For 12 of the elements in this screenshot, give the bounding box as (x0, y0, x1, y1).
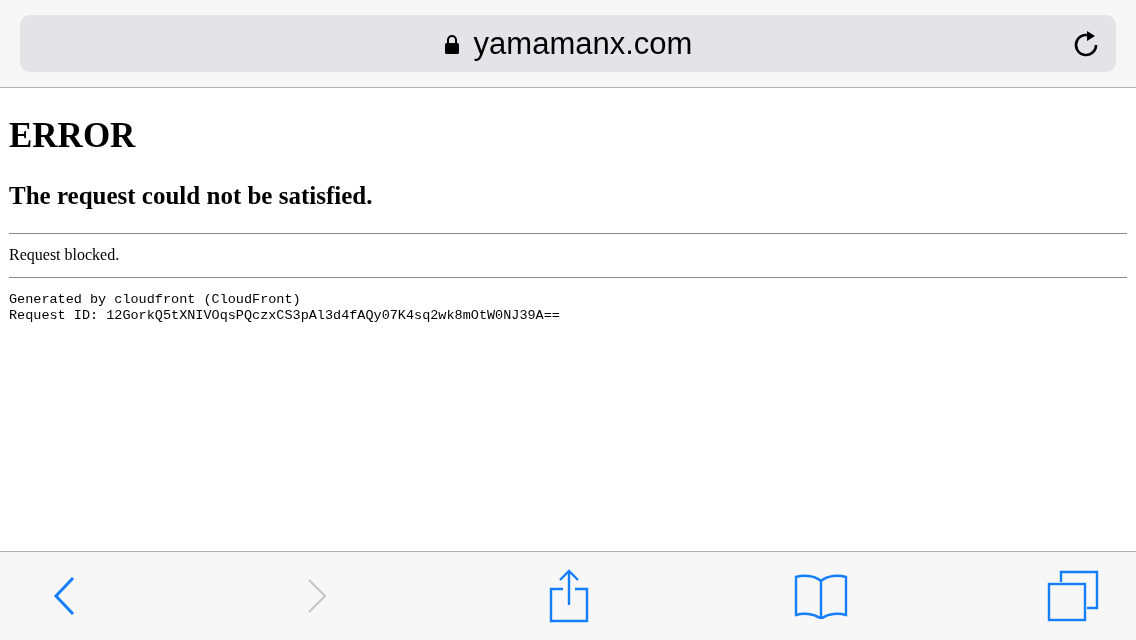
tabs-icon[interactable] (1047, 570, 1099, 622)
address-field[interactable]: yamamanx.com (20, 15, 1116, 72)
detail-line: Generated by cloudfront (CloudFront) (9, 292, 302, 308)
back-icon[interactable] (53, 576, 77, 616)
error-heading: ERROR (9, 116, 137, 156)
error-message: Request blocked. (9, 245, 121, 266)
book-icon[interactable] (794, 573, 848, 619)
detail-line: Request ID: 12GorkQ5tXNIVOqsPQczxCS3pAl3d4fAQy07K4sq2wk8mOtW0NJ39A== (9, 308, 561, 324)
error-subheading: The request could not be satisfied. (9, 181, 374, 211)
share-icon[interactable] (549, 569, 589, 623)
reload-icon[interactable] (1072, 28, 1100, 58)
domain-text: yamamanx.com (473, 25, 693, 62)
